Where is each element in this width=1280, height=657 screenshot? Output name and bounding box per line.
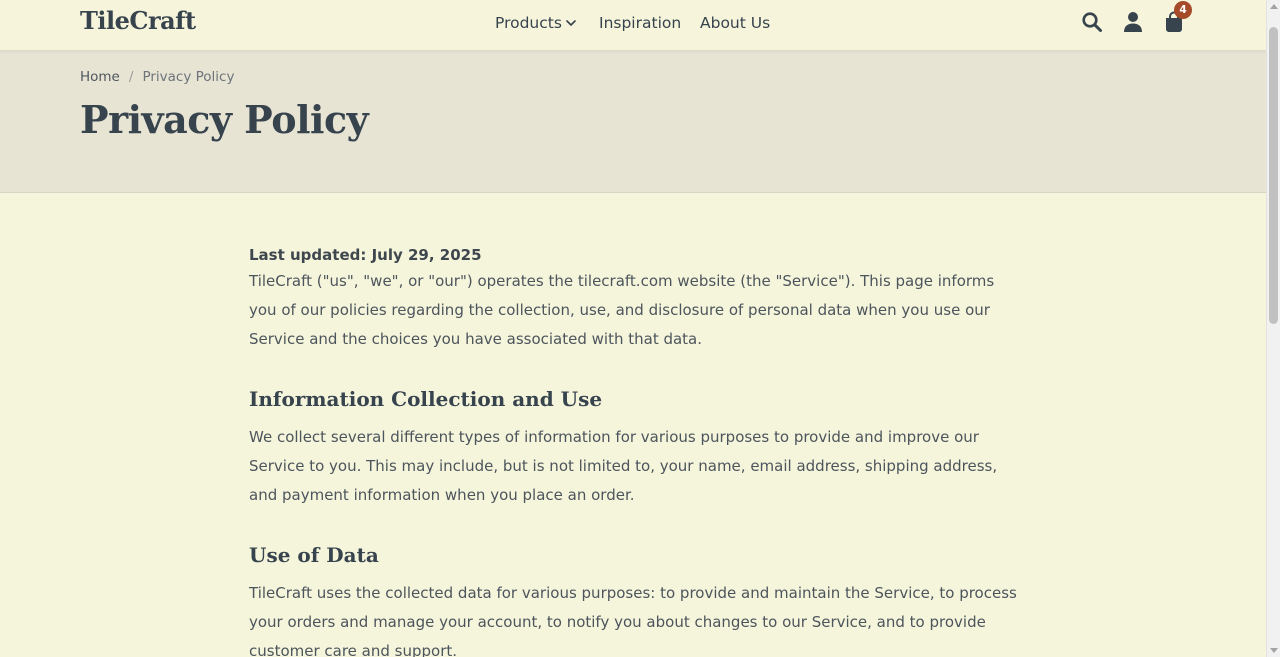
account-button[interactable] xyxy=(1121,10,1145,34)
chevron-down-icon xyxy=(566,20,576,26)
intro-paragraph: TileCraft ("us", "we", or "our") operate… xyxy=(249,272,995,348)
page-hero: Home / Privacy Policy Privacy Policy xyxy=(0,51,1266,193)
scroll-down-arrow[interactable] xyxy=(1270,648,1278,653)
nav-inspiration-label: Inspiration xyxy=(599,14,682,32)
header-icons: 4 xyxy=(1080,1,1192,34)
nav-about-us-label: About Us xyxy=(700,14,771,32)
page: TileCraft Products Inspiration About Us xyxy=(0,0,1266,657)
section-title-use-of-data: Use of Data xyxy=(249,543,379,567)
section-body-use-of-data: TileCraft uses the collected data for va… xyxy=(249,584,1017,657)
breadcrumb-separator: / xyxy=(128,69,134,85)
brand-logo[interactable]: TileCraft xyxy=(80,6,196,35)
main-nav: Products Inspiration About Us xyxy=(495,14,770,32)
last-updated: Last updated: July 29, 2025 xyxy=(249,246,482,264)
nav-inspiration[interactable]: Inspiration xyxy=(599,14,700,32)
nav-about-us[interactable]: About Us xyxy=(700,14,770,32)
search-button[interactable] xyxy=(1080,10,1104,34)
section-title-information-collection: Information Collection and Use xyxy=(249,387,603,411)
breadcrumb-home[interactable]: Home xyxy=(80,69,120,85)
scroll-thumb[interactable] xyxy=(1269,27,1278,324)
user-icon xyxy=(1124,12,1142,32)
policy-content: Last updated: July 29, 2025 TileCraft ("… xyxy=(249,243,1024,657)
section-body-information-collection: We collect several different types of in… xyxy=(249,428,998,504)
cart-button[interactable]: 4 xyxy=(1162,1,1192,34)
site-header: TileCraft Products Inspiration About Us xyxy=(0,0,1266,51)
vertical-scrollbar[interactable] xyxy=(1266,0,1280,657)
nav-products-label: Products xyxy=(495,14,562,32)
search-icon xyxy=(1082,12,1102,32)
page-title: Privacy Policy xyxy=(80,97,369,142)
scroll-up-arrow[interactable] xyxy=(1270,4,1278,9)
cart-count-badge: 4 xyxy=(1174,1,1192,19)
breadcrumb-current: Privacy Policy xyxy=(142,69,235,85)
breadcrumb: Home / Privacy Policy xyxy=(80,69,234,85)
nav-products[interactable]: Products xyxy=(495,14,599,32)
